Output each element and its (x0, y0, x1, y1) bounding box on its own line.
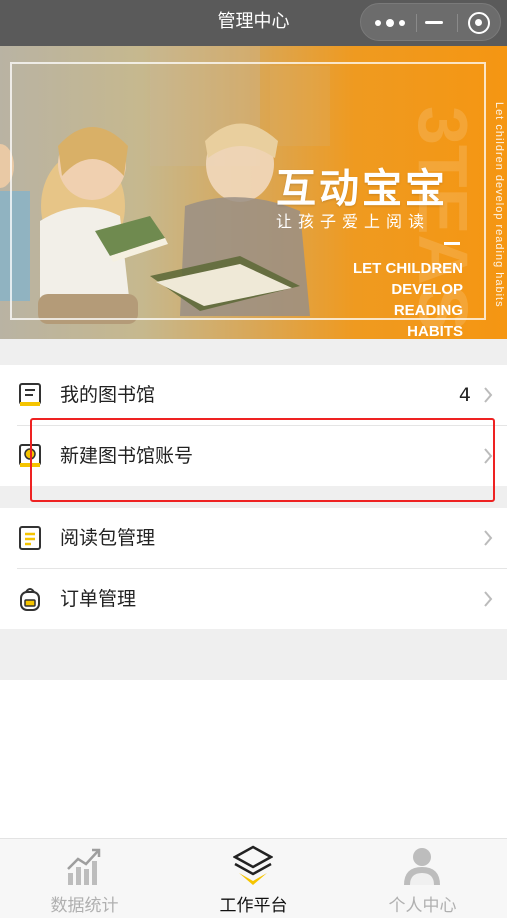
chevron-right-icon (484, 591, 493, 607)
list-doc-icon (19, 526, 41, 550)
banner-subtitle: 让孩子爱上阅读 (276, 212, 431, 231)
tab-bar: 数据统计 工作平台 个人中心 (0, 838, 507, 918)
banner-vertical-text: Let children develop reading habits (493, 102, 505, 308)
backpack-icon (20, 588, 40, 611)
capsule-divider (416, 14, 417, 32)
chart-growth-icon (67, 848, 101, 885)
menu-item-label: 我的图书馆 (60, 384, 156, 406)
banner-title: 互动宝宝 (276, 166, 448, 212)
tab-data-statistics[interactable]: 数据统计 (0, 839, 169, 918)
banner-english-line: READING (393, 302, 463, 319)
promo-banner[interactable]: 3TEAS 互动宝宝 让孩子爱上阅读 LET CHILDREN DEVELOP … (0, 46, 507, 339)
capsule-divider (457, 14, 458, 32)
menu-item-reading-pack[interactable]: 阅读包管理 (0, 508, 507, 568)
banner-english-line: HABITS (407, 323, 463, 339)
tab-label: 个人中心 (388, 896, 457, 916)
minimize-icon[interactable] (425, 21, 443, 24)
tab-personal-center[interactable]: 个人中心 (338, 839, 507, 918)
mini-program-capsule (360, 3, 501, 41)
section-gap (0, 339, 507, 365)
user-icon (404, 848, 440, 885)
chevron-right-icon (484, 530, 493, 546)
tab-work-platform[interactable]: 工作平台 (169, 839, 338, 918)
menu-item-my-library[interactable]: 我的图书馆 4 (0, 365, 507, 425)
book-icon (19, 383, 41, 406)
highlight-box (30, 418, 495, 502)
banner-dash (444, 242, 460, 245)
menu-item-label: 订单管理 (60, 588, 137, 610)
menu-item-label: 阅读包管理 (60, 527, 156, 549)
banner-english-text: LET CHILDREN DEVELOP READING HABITS (353, 258, 463, 339)
tab-label: 工作平台 (219, 896, 288, 916)
target-circle-icon[interactable] (468, 12, 490, 34)
library-count: 4 (458, 384, 471, 406)
title-bar: 管理中心 (0, 0, 507, 46)
banner-english-line: DEVELOP (391, 281, 463, 298)
chevron-right-icon (484, 387, 493, 403)
section-gap (0, 629, 507, 680)
tab-label: 数据统计 (50, 896, 119, 916)
more-dots-icon[interactable] (375, 4, 405, 42)
banner-english-line: LET CHILDREN (353, 260, 463, 277)
layers-icon (233, 845, 273, 885)
menu-item-order-management[interactable]: 订单管理 (0, 569, 507, 629)
